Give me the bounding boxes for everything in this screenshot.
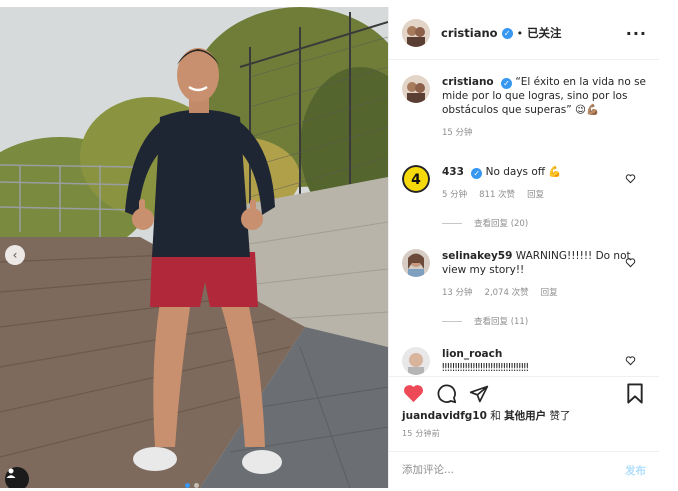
likes-suffix: 赞了 — [549, 410, 571, 422]
comment-text: No days off 💪 — [485, 166, 562, 178]
comment-username[interactable]: cristiano — [442, 76, 494, 88]
add-comment-bar: 发布 — [389, 451, 659, 488]
comment-text: ‼‼‼‼‼‼‼‼‼‼‼‼‼‼‼‼‼ — [442, 362, 529, 374]
reply-button[interactable]: 回复 — [527, 188, 544, 200]
comment-input[interactable] — [402, 464, 625, 476]
comment-text-block: lion_roach ‼‼‼‼‼‼‼‼‼‼‼‼‼‼‼‼‼ — [442, 347, 650, 375]
like-button[interactable] — [402, 383, 424, 405]
view-replies-label: 查看回复 (11) — [474, 317, 529, 327]
svg-text:4: 4 — [411, 172, 421, 188]
likes-and: 和 — [490, 410, 501, 422]
avatar-image — [402, 19, 430, 47]
comment-like-icon[interactable] — [625, 257, 636, 268]
divider — [442, 222, 462, 224]
comment-time[interactable]: 5 分钟 — [442, 188, 467, 200]
view-replies-label: 查看回复 (20) — [474, 219, 529, 229]
divider — [442, 320, 462, 322]
comment-time[interactable]: 13 分钟 — [442, 286, 473, 298]
post-timestamp[interactable]: 15 分钟前 — [402, 428, 440, 439]
save-button[interactable] — [624, 383, 646, 405]
post-actions — [389, 376, 659, 410]
liker-username[interactable]: juandavidfg10 — [402, 410, 487, 422]
comment-text-block: 433 ✓ No days off 💪 — [442, 165, 650, 179]
comments-list[interactable]: cristiano ✓ “El éxito en la vida no se m… — [389, 61, 659, 375]
post-photo[interactable]: ‹ — [0, 7, 388, 488]
avatar[interactable] — [402, 75, 430, 103]
caption-comment: cristiano ✓ “El éxito en la vida no se m… — [402, 75, 650, 138]
tagged-users-button[interactable] — [5, 467, 29, 488]
likes-summary: juandavidfg10 和 其他用户 赞了 — [402, 408, 570, 423]
comment-username[interactable]: 433 — [442, 166, 464, 178]
comment-bubble-icon — [437, 384, 456, 404]
heart-filled-icon — [403, 385, 423, 403]
avatar[interactable] — [402, 249, 430, 277]
chevron-left-icon: ‹ — [12, 248, 18, 262]
post-comment-button[interactable]: 发布 — [625, 463, 646, 478]
comment-username[interactable]: selinakey59 — [442, 250, 512, 262]
header-username[interactable]: cristiano — [441, 26, 498, 40]
avatar-image — [402, 347, 430, 375]
other-likers-link[interactable]: 其他用户 — [504, 410, 546, 422]
carousel-dot — [194, 483, 199, 488]
avatar-image: 4 — [402, 165, 430, 193]
comment-likes[interactable]: 811 次赞 — [479, 188, 515, 200]
post-side-panel: cristiano ✓ • 已关注 ··· cristiano ✓ “El éx… — [388, 7, 659, 488]
comment-time[interactable]: 15 分钟 — [442, 126, 473, 138]
carousel-dot-active — [185, 483, 190, 488]
post-header: cristiano ✓ • 已关注 ··· — [389, 7, 659, 60]
reply-button[interactable]: 回复 — [541, 286, 558, 298]
avatar-image — [402, 75, 430, 103]
avatar[interactable]: 4 — [402, 165, 430, 193]
comment-meta: 5 分钟 811 次赞 回复 — [442, 188, 650, 200]
avatar[interactable] — [402, 19, 430, 47]
verified-badge-icon: ✓ — [501, 27, 513, 39]
avatar[interactable] — [402, 347, 430, 375]
bookmark-icon — [627, 383, 643, 404]
comment-like-icon[interactable] — [625, 173, 636, 184]
list-item: 4 433 ✓ No days off 💪 5 分钟 811 次赞 回复 查看回… — [402, 165, 650, 229]
header-separator: • — [516, 26, 524, 40]
verified-badge-icon: ✓ — [501, 78, 512, 89]
list-item: selinakey59 WARNING!!!!!! Do not view my… — [402, 249, 650, 327]
comment-text-block: selinakey59 WARNING!!!!!! Do not view my… — [442, 249, 650, 277]
comment-username[interactable]: lion_roach — [442, 348, 502, 360]
verified-badge-icon: ✓ — [471, 168, 483, 179]
user-icon — [6, 468, 16, 478]
comment-meta: 15 分钟 — [442, 126, 650, 138]
paper-plane-icon — [469, 385, 489, 402]
photo-scene — [0, 7, 388, 488]
comment-like-icon[interactable] — [625, 355, 636, 366]
comment-meta: 13 分钟 2,074 次赞 回复 — [442, 286, 650, 298]
more-options-icon[interactable]: ··· — [626, 24, 647, 43]
comment-button[interactable] — [435, 383, 457, 405]
list-item: lion_roach ‼‼‼‼‼‼‼‼‼‼‼‼‼‼‼‼‼ — [402, 347, 650, 375]
follow-status-button[interactable]: 已关注 — [527, 25, 562, 41]
carousel-prev-button[interactable]: ‹ — [5, 245, 25, 265]
carousel-indicator — [185, 483, 199, 488]
avatar-image — [402, 249, 430, 277]
view-replies-button[interactable]: 查看回复 (20) — [442, 217, 650, 229]
comment-likes[interactable]: 2,074 次赞 — [485, 286, 529, 298]
comment-text-block: cristiano ✓ “El éxito en la vida no se m… — [442, 75, 650, 117]
share-button[interactable] — [468, 383, 490, 405]
view-replies-button[interactable]: 查看回复 (11) — [442, 315, 650, 327]
